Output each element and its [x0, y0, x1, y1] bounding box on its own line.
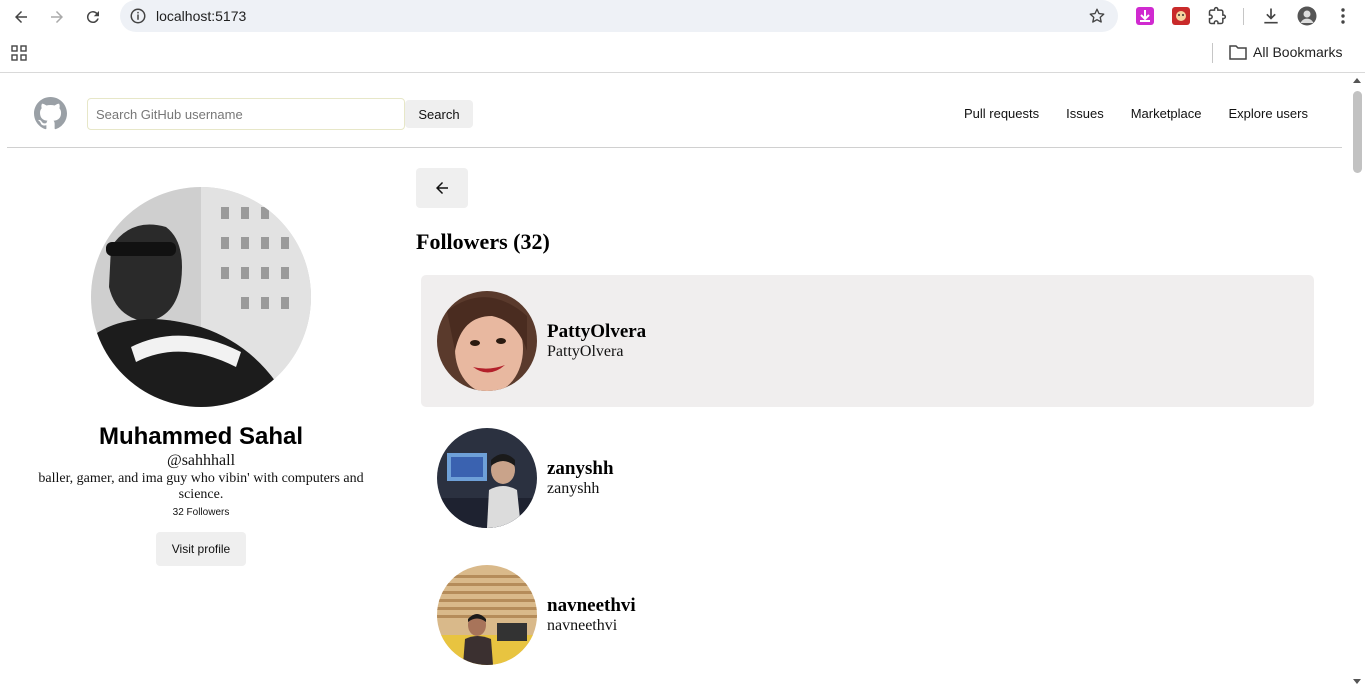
game-extension-icon[interactable] — [1171, 6, 1191, 26]
address-bar[interactable]: localhost:5173 — [120, 0, 1118, 32]
folder-icon — [1229, 45, 1247, 60]
follower-name[interactable]: zanyshh — [547, 458, 614, 480]
follower-name[interactable]: navneethvi — [547, 595, 636, 617]
follower-login: navneethvi — [547, 617, 618, 634]
nav-explore-users[interactable]: Explore users — [1229, 106, 1308, 121]
follower-login: PattyOlvera — [547, 343, 624, 360]
scroll-up-arrow-icon[interactable] — [1353, 78, 1361, 83]
profile-card: Muhammed Sahal @sahhhall baller, gamer, … — [20, 184, 382, 566]
back-button[interactable] — [416, 168, 468, 208]
download-extension-icon[interactable] — [1135, 6, 1155, 26]
bookmark-star-icon[interactable] — [1088, 7, 1106, 25]
nav-pull-requests[interactable]: Pull requests — [964, 106, 1039, 121]
follower-login: zanyshh — [547, 480, 600, 497]
profile-avatar — [91, 187, 311, 407]
followers-list: PattyOlvera PattyOlvera zanyshh zanyshh — [421, 275, 1314, 686]
visit-profile-button[interactable]: Visit profile — [156, 532, 246, 566]
all-bookmarks-button[interactable]: All Bookmarks — [1229, 44, 1342, 60]
follower-name[interactable]: PattyOlvera — [547, 321, 646, 343]
forward-arrow-icon[interactable] — [44, 4, 70, 30]
page-viewport: Search Pull requests Issues Marketplace … — [0, 74, 1365, 689]
all-bookmarks-label: All Bookmarks — [1253, 44, 1343, 60]
profile-handle: @sahhhall — [166, 452, 236, 469]
github-logo-icon[interactable] — [34, 97, 67, 130]
reload-icon[interactable] — [80, 4, 106, 30]
back-arrow-icon[interactable] — [8, 4, 34, 30]
follower-row[interactable]: PattyOlvera PattyOlvera — [421, 275, 1314, 407]
profile-name: Muhammed Sahal — [98, 423, 304, 450]
apps-grid-icon[interactable] — [11, 45, 27, 61]
follower-row[interactable]: navneethvi navneethvi — [421, 549, 1314, 681]
page-scrollbar[interactable] — [1350, 74, 1365, 689]
browser-toolbar: localhost:5173 — [0, 0, 1365, 33]
profile-followers-count: 32 Followers — [172, 507, 230, 518]
follower-row[interactable]: zanyshh zanyshh — [421, 412, 1314, 544]
site-info-icon[interactable] — [129, 7, 147, 25]
follower-avatar — [437, 565, 537, 665]
app-header: Search Pull requests Issues Marketplace … — [7, 74, 1342, 148]
top-nav: Pull requests Issues Marketplace Explore… — [964, 106, 1308, 121]
scrollbar-thumb[interactable] — [1353, 91, 1362, 173]
follower-avatar — [437, 291, 537, 391]
arrow-left-icon — [436, 182, 448, 194]
search-username-input[interactable] — [87, 98, 405, 130]
bookmarks-bar: All Bookmarks — [0, 33, 1365, 73]
search-button[interactable]: Search — [405, 100, 473, 128]
extensions-puzzle-icon[interactable] — [1207, 6, 1227, 26]
profile-avatar-icon[interactable] — [1297, 6, 1317, 26]
nav-marketplace[interactable]: Marketplace — [1131, 106, 1202, 121]
browser-menu-icon[interactable] — [1333, 6, 1353, 26]
nav-issues[interactable]: Issues — [1066, 106, 1104, 121]
profile-bio: baller, gamer, and ima guy who vibin' wi… — [38, 471, 364, 502]
followers-title: Followers (32) — [416, 229, 550, 254]
toolbar-divider — [1243, 8, 1244, 25]
bookmarks-divider — [1212, 43, 1213, 63]
url-text[interactable]: localhost:5173 — [156, 8, 246, 24]
downloads-icon[interactable] — [1261, 6, 1281, 26]
follower-avatar — [437, 428, 537, 528]
scroll-down-arrow-icon[interactable] — [1353, 679, 1361, 684]
